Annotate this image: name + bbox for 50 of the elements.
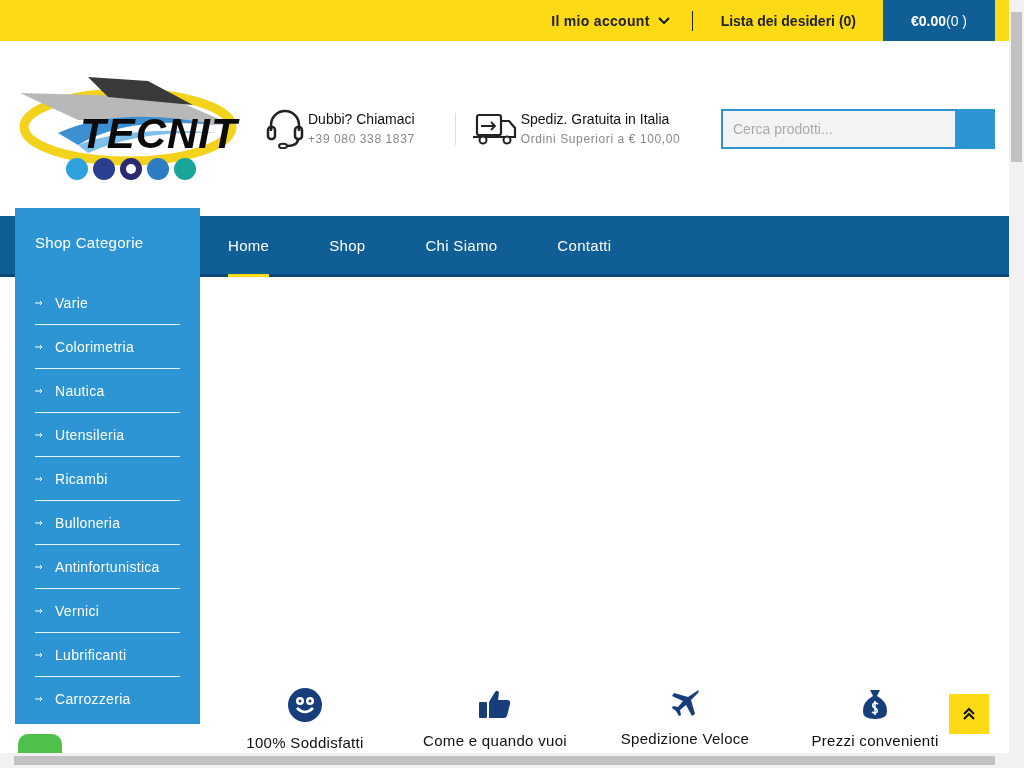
arrow-right-icon	[35, 431, 43, 438]
category-link[interactable]: Vernici	[35, 589, 180, 633]
search-field[interactable]: Cerca prodotti...	[721, 108, 995, 149]
contact-detail: Ordini Superiori a € 100,00	[520, 132, 681, 146]
feature-label: 100% Soddisfatti	[246, 734, 364, 751]
truck-icon	[470, 112, 517, 145]
arrow-right-icon	[35, 475, 43, 482]
nav-link[interactable]: Contatti	[557, 216, 612, 277]
contact-detail: +39 080 338 1837	[308, 132, 415, 146]
arrow-right-icon	[35, 343, 43, 350]
category-link[interactable]: Antinfortunistica	[35, 545, 180, 589]
categories-header[interactable]: Shop Categorie	[15, 208, 200, 277]
photo-placeholder	[18, 734, 62, 753]
category-link[interactable]: Varie	[35, 281, 180, 325]
category-link[interactable]: Colorimetria	[35, 325, 180, 369]
scroll-to-top-button[interactable]	[949, 694, 989, 734]
arrow-right-icon	[35, 387, 43, 394]
nav-link[interactable]: Chi Siamo	[425, 216, 498, 277]
arrow-right-icon	[35, 607, 43, 614]
nav-link[interactable]: Home	[228, 216, 270, 277]
contact-title: Dubbi? Chiamaci	[308, 111, 415, 127]
vertical-scrollbar[interactable]	[1009, 0, 1024, 768]
category-link[interactable]: Utensileria	[35, 413, 180, 457]
feature-label: Come e quando vuoi	[423, 732, 567, 749]
arrow-right-icon	[35, 563, 43, 570]
category-link[interactable]: Bulloneria	[35, 501, 180, 545]
chevron-down-icon	[657, 16, 670, 25]
contact-title: Spediz. Gratuita in Italia	[520, 111, 671, 127]
wishlist-link[interactable]: Lista dei desideri (0)	[720, 12, 856, 29]
category-link[interactable]: Ricambi	[35, 457, 180, 501]
search-button[interactable]	[955, 110, 993, 147]
feature-label: Spedizione Veloce	[620, 730, 750, 747]
arrow-right-icon	[35, 299, 43, 306]
money-bag-icon	[862, 688, 888, 720]
horizontal-scrollbar[interactable]	[0, 753, 1009, 768]
arrow-right-icon	[35, 519, 43, 526]
feature-label: Prezzi convenienti	[811, 732, 939, 749]
category-link[interactable]: Lubrificanti	[35, 633, 180, 677]
cart-button[interactable]: €0.00(0 )	[883, 0, 995, 41]
nav-link[interactable]: Shop	[329, 216, 366, 277]
double-chevron-up-icon	[962, 707, 976, 721]
arrow-right-icon	[35, 651, 43, 658]
account-menu[interactable]: Il mio account	[551, 12, 670, 29]
arrow-right-icon	[35, 695, 43, 702]
category-link[interactable]: Carrozzeria	[35, 677, 180, 720]
smiley-icon	[288, 688, 322, 722]
airplane-icon	[670, 688, 700, 718]
thumbs-up-icon	[479, 688, 511, 720]
category-link[interactable]: Nautica	[35, 369, 180, 413]
headset-icon	[266, 108, 304, 149]
